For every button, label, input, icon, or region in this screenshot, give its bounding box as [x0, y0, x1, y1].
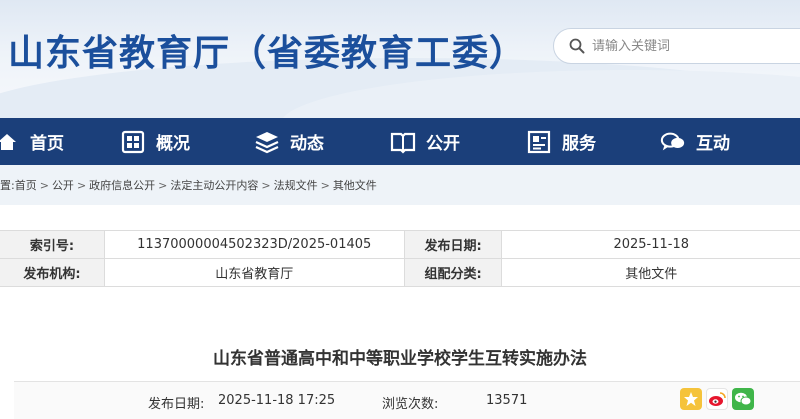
nav-item-service[interactable]: 服务 [526, 118, 596, 165]
index-label: 索引号: [0, 230, 105, 259]
views-value: 13571 [486, 393, 528, 408]
nav-item-interact[interactable]: 互动 [660, 118, 730, 165]
nav-item-home[interactable]: 首页 [0, 118, 64, 165]
nav-label: 服务 [562, 134, 596, 154]
breadcrumb-separator: > [261, 178, 271, 192]
org-value: 山东省教育厅 [103, 258, 405, 287]
building-icon [120, 129, 146, 155]
pub-date-label: 发布日期: [148, 397, 205, 412]
nav-label: 首页 [30, 134, 64, 154]
category-value: 其他文件 [501, 258, 800, 287]
breadcrumb: 置: 首页 > 公开 > 政府信息公开 > 法定主动公开内容 > 法规文件 > … [0, 165, 800, 205]
breadcrumb-prefix: 置: [0, 179, 15, 192]
nav-item-overview[interactable]: 概况 [120, 118, 190, 165]
home-icon [0, 129, 20, 155]
category-label: 组配分类: [403, 258, 503, 287]
chat-icon [660, 129, 686, 155]
nav-label: 公开 [426, 134, 460, 154]
index-value: 11370000004502323D/2025-01405 [103, 230, 405, 259]
document-info-table: 索引号: 11370000004502323D/2025-01405 发布日期:… [0, 230, 800, 287]
search-icon[interactable] [562, 28, 592, 64]
breadcrumb-item-home[interactable]: 首页 [15, 177, 37, 193]
table-row: 发布机构: 山东省教育厅 组配分类: 其他文件 [0, 258, 800, 287]
breadcrumb-item-public[interactable]: 公开 [52, 177, 74, 193]
main-nav: 首页 概况 动态 公开 服务 互动 [0, 118, 800, 165]
breadcrumb-separator: > [39, 178, 49, 192]
table-row: 索引号: 11370000004502323D/2025-01405 发布日期:… [0, 230, 800, 259]
article-title: 山东省普通高中和中等职业学校学生互转实施办法 [213, 349, 587, 369]
breadcrumb-separator: > [76, 178, 87, 192]
nav-label: 概况 [156, 134, 190, 154]
pubdate-value: 2025-11-18 [501, 230, 800, 259]
stack-icon [254, 129, 280, 155]
site-header: 山东省教育厅（省委教育工委） [0, 0, 800, 118]
breadcrumb-item-statutory[interactable]: 法定主动公开内容 [170, 177, 258, 193]
breadcrumb-item-other[interactable]: 其他文件 [333, 177, 377, 193]
article-meta-bar: 发布日期: 2025-11-18 17:25 浏览次数: 13571 [14, 381, 800, 419]
nav-item-public[interactable]: 公开 [390, 118, 460, 165]
pub-date-value: 2025-11-18 17:25 [218, 393, 336, 408]
search-box[interactable] [553, 28, 800, 64]
breadcrumb-item-gov-info[interactable]: 政府信息公开 [89, 177, 155, 193]
qzone-star-icon[interactable] [680, 388, 702, 410]
breadcrumb-separator: > [158, 178, 168, 192]
service-icon [526, 129, 552, 155]
site-title[interactable]: 山东省教育厅（省委教育工委） [8, 24, 526, 76]
breadcrumb-separator: > [320, 178, 330, 192]
pubdate-label: 发布日期: [403, 230, 503, 259]
nav-label: 动态 [290, 134, 324, 154]
search-input[interactable] [592, 38, 792, 54]
views-label: 浏览次数: [382, 397, 439, 412]
book-icon [390, 129, 416, 155]
nav-item-news[interactable]: 动态 [254, 118, 324, 165]
nav-label: 互动 [696, 134, 730, 154]
wechat-icon[interactable] [732, 388, 754, 410]
org-label: 发布机构: [0, 258, 105, 287]
breadcrumb-item-regulations[interactable]: 法规文件 [274, 177, 318, 193]
weibo-icon[interactable] [706, 388, 728, 410]
